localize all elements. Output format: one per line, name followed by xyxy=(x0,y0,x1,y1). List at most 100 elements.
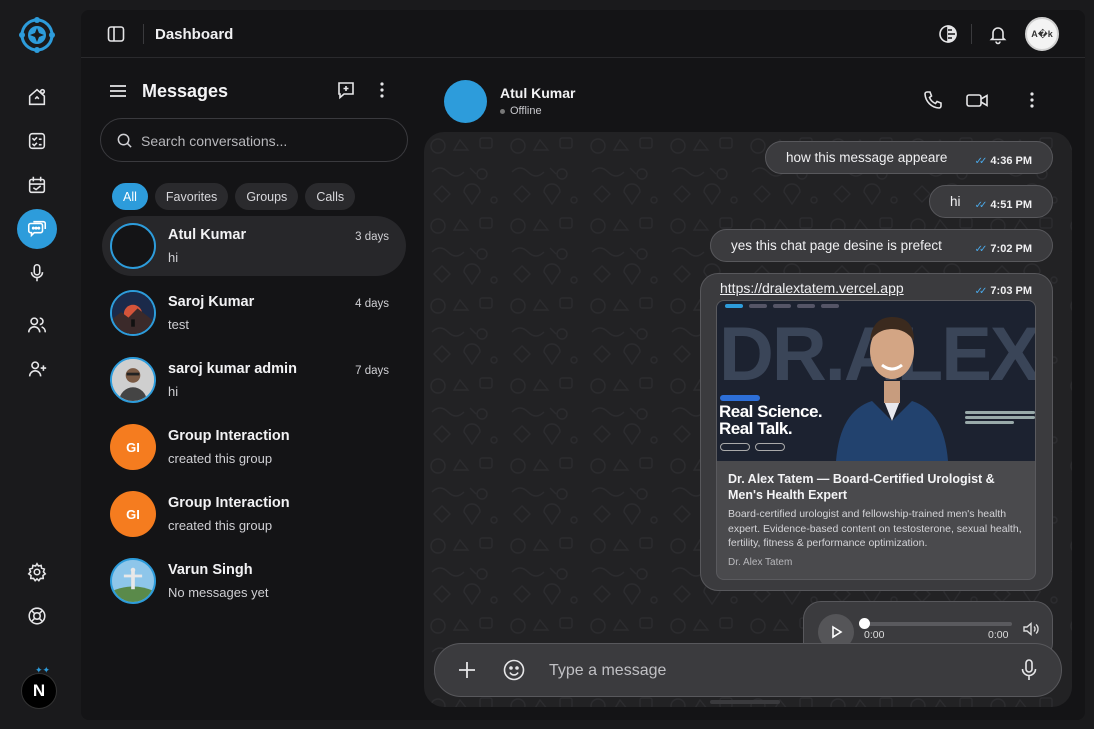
message-meta: ✓✓ 7:03 PM xyxy=(975,285,1032,297)
message-time: 4:36 PM xyxy=(990,155,1032,167)
message-time: 7:03 PM xyxy=(990,285,1032,297)
status-text: Offline xyxy=(510,105,542,117)
conversation-preview: created this group xyxy=(168,518,273,533)
message-meta: ✓✓ 4:51 PM xyxy=(975,199,1032,211)
message-input[interactable] xyxy=(549,657,989,685)
phone-icon[interactable] xyxy=(922,89,944,111)
emoji-icon[interactable] xyxy=(502,658,526,682)
sidebar-item-tasks[interactable] xyxy=(17,121,57,161)
lifebuoy-icon xyxy=(28,607,46,625)
conversation-preview: No messages yet xyxy=(168,585,269,600)
audio-progress-handle[interactable] xyxy=(859,618,870,629)
avatar: GI xyxy=(110,424,156,470)
divider xyxy=(143,24,144,44)
avatar-image xyxy=(112,359,154,401)
volume-icon[interactable] xyxy=(1022,621,1040,637)
video-camera-icon[interactable] xyxy=(965,89,989,111)
preview-tagline-2: Real Talk. xyxy=(719,419,793,438)
conversation-item[interactable]: Saroj Kumar test 4 days xyxy=(102,283,406,343)
contact-avatar[interactable] xyxy=(444,80,487,123)
users-icon xyxy=(27,317,47,333)
scrollbar[interactable] xyxy=(710,700,780,704)
link-message-bubble[interactable]: https://dralextatem.vercel.app ✓✓ 7:03 PM… xyxy=(700,273,1053,591)
sidebar-item-settings[interactable] xyxy=(17,552,57,592)
double-check-icon: ✓✓ xyxy=(974,199,988,211)
avatar-image xyxy=(112,560,154,602)
filter-favorites[interactable]: Favorites xyxy=(154,183,229,210)
menu-icon[interactable] xyxy=(108,81,128,101)
conversation-name: Varun Singh xyxy=(168,562,253,578)
divider xyxy=(971,24,972,44)
account-avatar[interactable]: N xyxy=(21,673,57,709)
theme-toggle-icon[interactable] xyxy=(937,23,959,45)
more-vertical-icon[interactable] xyxy=(1022,89,1042,111)
avatar: GI xyxy=(110,491,156,537)
message-text: hi xyxy=(950,194,961,209)
filter-all[interactable]: All xyxy=(112,183,148,210)
message-bubble[interactable]: yes this chat page desine is prefect ✓✓ 7… xyxy=(710,229,1053,262)
filter-groups[interactable]: Groups xyxy=(235,183,299,210)
conversation-list: Atul Kumar hi 3 days Saroj Kumar test 4 … xyxy=(102,216,406,618)
sidebar-item-add-user[interactable] xyxy=(17,349,57,389)
user-avatar[interactable]: A�k xyxy=(1025,17,1059,51)
gear-icon xyxy=(27,562,47,582)
conversation-preview: test xyxy=(168,317,189,332)
user-avatar-text: A�k xyxy=(1031,28,1053,39)
conversation-name: Atul Kumar xyxy=(168,227,247,243)
more-vertical-icon[interactable] xyxy=(372,79,392,101)
sidebar-item-voice[interactable] xyxy=(17,253,57,293)
conversation-time: 3 days xyxy=(355,231,389,243)
link-preview-description: Board-certified urologist and fellowship… xyxy=(728,508,1022,549)
preview-navbar xyxy=(725,304,839,308)
message-link[interactable]: https://dralextatem.vercel.app xyxy=(720,280,904,296)
conversation-item[interactable]: Atul Kumar hi 3 days xyxy=(102,216,406,276)
conversations-heading: Messages xyxy=(142,81,229,101)
avatar xyxy=(110,558,156,604)
plus-icon[interactable] xyxy=(456,659,478,681)
sidebar-item-calendar[interactable] xyxy=(17,165,57,205)
page-title: Dashboard xyxy=(155,26,234,43)
conversation-item[interactable]: Varun Singh No messages yet xyxy=(102,551,406,611)
audio-current-time: 0:00 xyxy=(864,629,885,641)
message-bubble[interactable]: how this message appeare ✓✓ 4:36 PM xyxy=(765,141,1053,174)
chat-header: Atul Kumar Offline xyxy=(424,59,1085,131)
checklist-icon xyxy=(28,132,46,150)
audio-progress-track[interactable] xyxy=(863,622,1012,626)
preview-person-image xyxy=(836,317,948,461)
sidebar-item-messages[interactable] xyxy=(17,209,57,249)
conversation-item[interactable]: GI Group Interaction created this group xyxy=(102,484,406,544)
link-preview-card[interactable]: DR.ALEX Real Science. Real Talk. xyxy=(716,300,1036,580)
sidebar-item-home[interactable] xyxy=(17,77,57,117)
user-plus-icon xyxy=(28,361,47,377)
filter-calls[interactable]: Calls xyxy=(305,183,356,210)
sidebar-toggle-icon[interactable] xyxy=(106,24,126,44)
conversations-panel: Messages All Favorites Groups Calls Atul… xyxy=(81,59,417,720)
chat-icon xyxy=(27,220,47,238)
avatar xyxy=(110,357,156,403)
top-bar: Dashboard A�k xyxy=(81,10,1085,58)
link-preview-site: Dr. Alex Tatem xyxy=(728,557,793,568)
audio-duration: 0:00 xyxy=(988,629,1009,641)
filter-chips: All Favorites Groups Calls xyxy=(112,183,356,210)
chat-messages: how this message appeare ✓✓ 4:36 PM hi ✓✓… xyxy=(424,132,1072,707)
microphone-icon[interactable] xyxy=(1019,658,1039,682)
sidebar-item-users[interactable] xyxy=(17,305,57,345)
sidebar-item-help[interactable] xyxy=(17,596,57,636)
main-panel: Dashboard A�k Messages All Favorites Gro… xyxy=(81,10,1085,720)
new-message-icon[interactable] xyxy=(335,79,357,101)
conversation-preview: hi xyxy=(168,384,179,399)
conversation-item[interactable]: GI Group Interaction created this group xyxy=(102,417,406,477)
app-logo-icon[interactable] xyxy=(19,17,55,53)
calendar-icon xyxy=(28,176,46,194)
conversation-name: saroj kumar admin xyxy=(168,361,297,377)
double-check-icon: ✓✓ xyxy=(974,243,988,255)
status-dot xyxy=(500,108,505,114)
bell-icon[interactable] xyxy=(987,23,1009,45)
message-composer xyxy=(434,643,1062,697)
conversation-time: 7 days xyxy=(355,365,389,377)
conversation-item[interactable]: saroj kumar admin hi 7 days xyxy=(102,350,406,410)
message-meta: ✓✓ 7:02 PM xyxy=(975,243,1032,255)
search-input[interactable] xyxy=(141,129,391,153)
message-bubble[interactable]: hi ✓✓ 4:51 PM xyxy=(929,185,1053,218)
message-time: 7:02 PM xyxy=(990,243,1032,255)
